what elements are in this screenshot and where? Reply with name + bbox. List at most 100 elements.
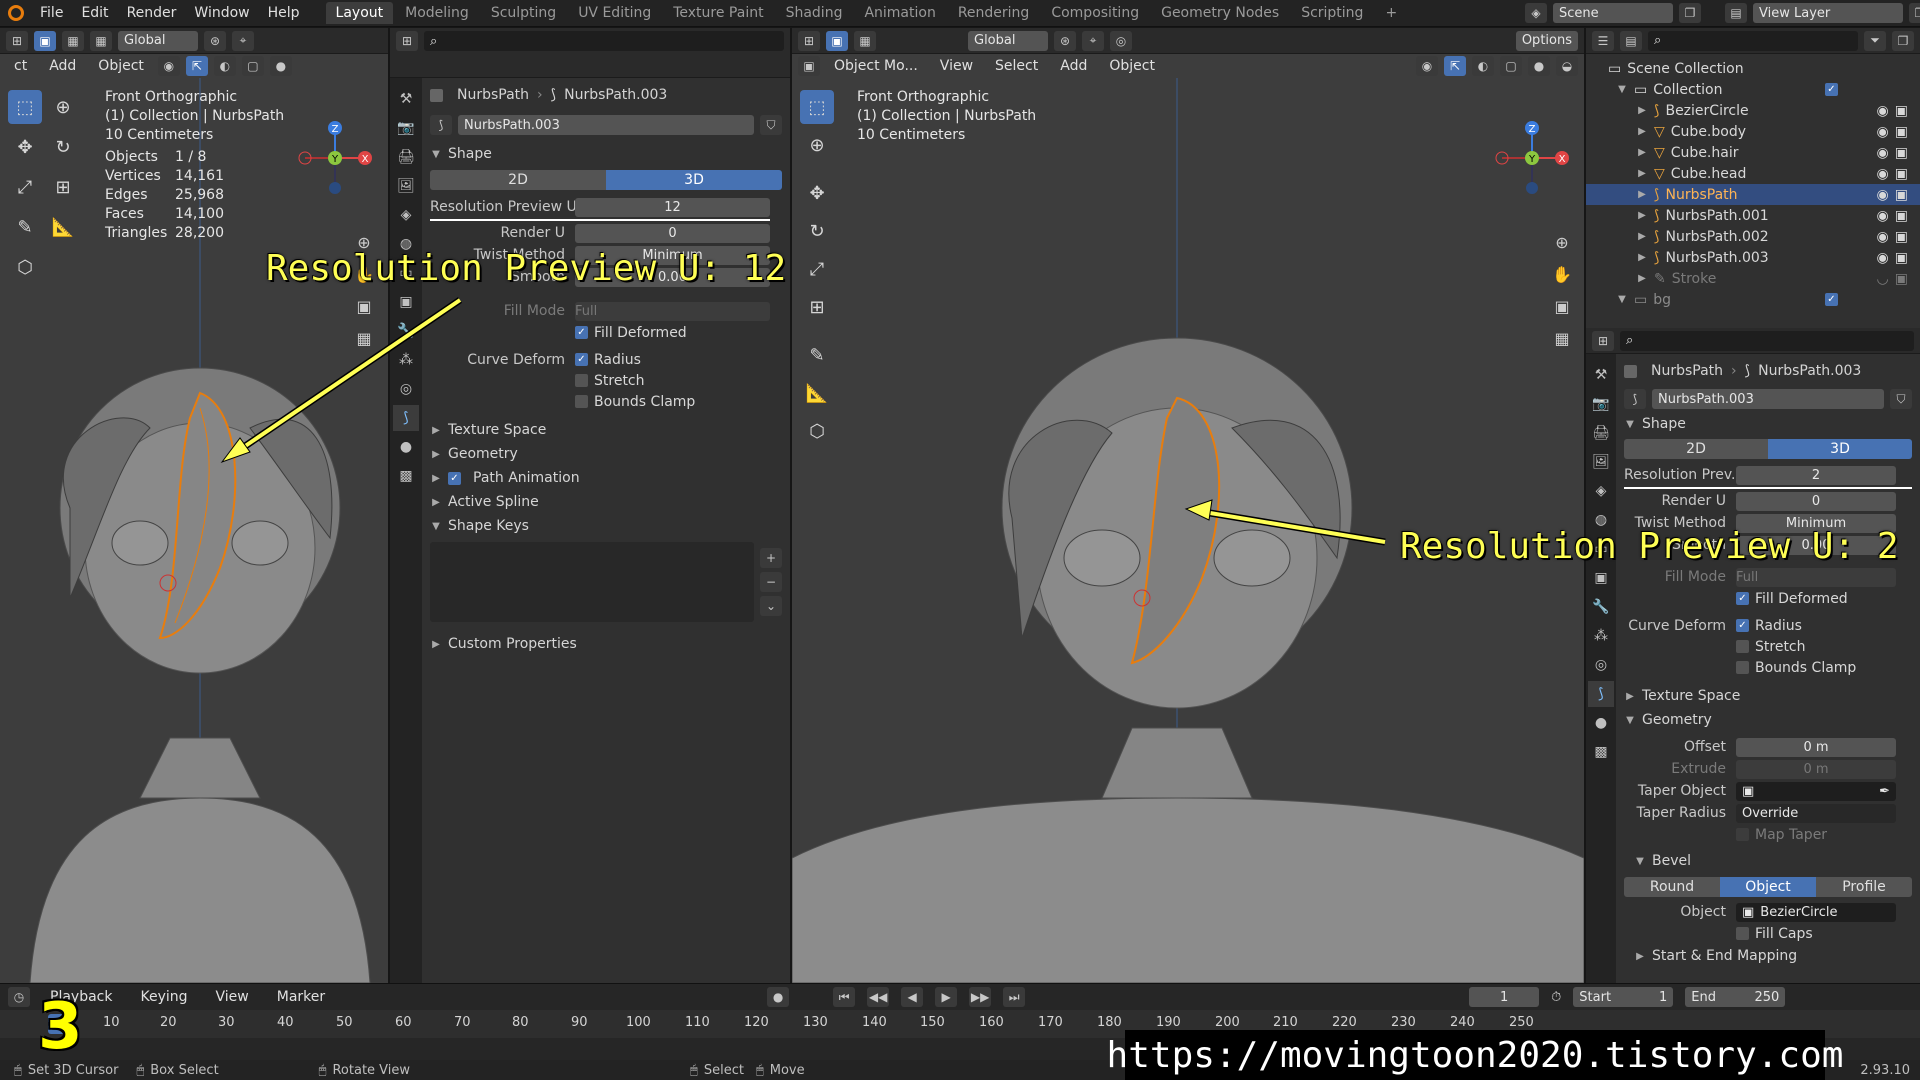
- menu-file[interactable]: File: [32, 5, 71, 21]
- ortho-grid-icon[interactable]: ▦: [1548, 324, 1576, 352]
- datablock-browse-icon[interactable]: ⟆: [1624, 389, 1646, 409]
- menu-view[interactable]: View: [932, 58, 981, 74]
- active-spline-panel[interactable]: ▶ Active Spline: [430, 490, 782, 514]
- curve-data-tab-icon[interactable]: ⟆: [1588, 681, 1614, 707]
- select-extend-icon[interactable]: ▦: [90, 30, 112, 51]
- tab-modeling[interactable]: Modeling: [395, 2, 479, 24]
- rotate-tool-icon[interactable]: ↻: [46, 130, 80, 164]
- select-box-tool-icon[interactable]: ⬚: [800, 90, 834, 124]
- texture-space-panel[interactable]: ▶ Texture Space: [1624, 684, 1912, 708]
- shape-panel-header[interactable]: ▼ Shape: [430, 142, 782, 166]
- eye-icon[interactable]: ◉: [1877, 145, 1889, 161]
- physics-tab-icon[interactable]: ◎: [393, 376, 419, 402]
- checkbox-icon[interactable]: [575, 374, 588, 387]
- menu-add[interactable]: Add: [41, 58, 84, 74]
- camera-icon[interactable]: ▣: [1895, 166, 1908, 182]
- properties-editor-icon[interactable]: ⊞: [396, 31, 418, 51]
- next-keyframe-icon[interactable]: ▶▶: [969, 987, 992, 1007]
- pivot-icon[interactable]: ⊛: [1054, 30, 1076, 51]
- bevel-round-button[interactable]: Round: [1624, 877, 1720, 897]
- visibility-icon[interactable]: ◉: [1416, 56, 1438, 76]
- shading-material-icon[interactable]: ◒: [1556, 56, 1578, 76]
- outliner-item[interactable]: ▶ ✎ Stroke ◡ ▣: [1586, 268, 1920, 289]
- material-tab-icon[interactable]: ●: [393, 434, 419, 460]
- tab-scripting[interactable]: Scripting: [1291, 2, 1373, 24]
- editor-type-icon[interactable]: ⊞: [6, 30, 28, 51]
- dim-2d-button[interactable]: 2D: [1624, 439, 1768, 459]
- chevron-down-icon[interactable]: ⌄: [760, 596, 782, 616]
- jump-end-icon[interactable]: ⏭: [1003, 987, 1026, 1007]
- camera-icon[interactable]: ▣: [1895, 145, 1908, 161]
- map-taper-row[interactable]: Map Taper: [1624, 824, 1912, 845]
- eye-icon[interactable]: ◉: [1877, 229, 1889, 245]
- pivot-icon[interactable]: ⊛: [204, 30, 226, 51]
- texture-space-panel[interactable]: ▶ Texture Space: [430, 418, 782, 442]
- shape-keys-list[interactable]: [430, 542, 754, 622]
- tool-tab-icon[interactable]: ⚒: [393, 86, 419, 112]
- outliner-item[interactable]: ▶ ▽ Cube.hair ◉ ▣: [1586, 142, 1920, 163]
- editor-type-icon[interactable]: ☰: [1592, 30, 1614, 51]
- scene-tab-icon[interactable]: ◈: [1588, 478, 1614, 504]
- render-u-field[interactable]: 0: [1736, 491, 1896, 511]
- view-layer-tab-icon[interactable]: 🖼: [1588, 449, 1614, 475]
- fill-caps-row[interactable]: Fill Caps: [1624, 923, 1912, 944]
- scale-tool-icon[interactable]: ⤢: [8, 170, 42, 204]
- scene-field[interactable]: Scene: [1553, 3, 1673, 23]
- taper-radius-dropdown[interactable]: Override: [1736, 803, 1896, 823]
- camera-icon[interactable]: ▣: [1895, 229, 1908, 245]
- snap-icon[interactable]: ⌖: [232, 30, 254, 51]
- resolution-preview-field[interactable]: 12: [575, 197, 770, 217]
- navigation-gizmo[interactable]: Z X Y: [1492, 118, 1572, 198]
- tab-layout[interactable]: Layout: [325, 2, 394, 24]
- shading-solid-icon[interactable]: ●: [1528, 56, 1550, 76]
- eye-closed-icon[interactable]: ◡: [1877, 271, 1889, 287]
- geometry-panel[interactable]: ▶ Geometry: [430, 442, 782, 466]
- menu-keying[interactable]: Keying: [132, 989, 195, 1005]
- menu-select-partial[interactable]: ct: [6, 58, 35, 74]
- menu-object[interactable]: Object: [1101, 58, 1163, 74]
- xray-icon[interactable]: ▢: [1500, 56, 1522, 76]
- menu-select[interactable]: Select: [987, 58, 1046, 74]
- outliner-item[interactable]: ▶ ⟆ NurbsPath.003 ◉ ▣: [1586, 247, 1920, 268]
- resolution-preview-field[interactable]: 2: [1736, 465, 1896, 485]
- tab-compositing[interactable]: Compositing: [1041, 2, 1149, 24]
- output-tab-icon[interactable]: 🖨: [393, 144, 419, 170]
- select-box-tool-icon[interactable]: ⬚: [8, 90, 42, 124]
- camera-icon[interactable]: ▣: [1895, 271, 1908, 287]
- particles-tab-icon[interactable]: ⁂: [393, 347, 419, 373]
- rotate-tool-icon[interactable]: ↻: [800, 214, 834, 248]
- fill-mode-field[interactable]: Full: [575, 301, 770, 321]
- properties-editor-icon[interactable]: ⊞: [1592, 330, 1614, 351]
- menu-edit[interactable]: Edit: [73, 5, 116, 21]
- offset-field[interactable]: 0 m: [1736, 737, 1896, 757]
- dim-3d-button[interactable]: 3D: [606, 170, 782, 190]
- tab-texture-paint[interactable]: Texture Paint: [663, 2, 773, 24]
- checkbox-checked-icon[interactable]: ✓: [1736, 619, 1749, 632]
- eye-icon[interactable]: ◉: [1877, 166, 1889, 182]
- tab-animation[interactable]: Animation: [854, 2, 945, 24]
- jump-start-icon[interactable]: ⏮: [833, 987, 856, 1007]
- datablock-name-field[interactable]: NurbsPath.003: [1652, 389, 1884, 409]
- geometry-panel[interactable]: ▼ Geometry: [1624, 708, 1912, 732]
- add-workspace-button[interactable]: +: [1375, 2, 1407, 24]
- datablock-name-field[interactable]: NurbsPath.003: [458, 115, 754, 135]
- tab-rendering[interactable]: Rendering: [948, 2, 1040, 24]
- menu-marker[interactable]: Marker: [269, 989, 333, 1005]
- view-layer-field[interactable]: View Layer: [1753, 3, 1903, 23]
- gizmo-icon[interactable]: ⇱: [1444, 56, 1466, 76]
- checkbox-icon[interactable]: [1736, 927, 1749, 940]
- render-tab-icon[interactable]: 📷: [393, 115, 419, 141]
- menu-add[interactable]: Add: [1052, 58, 1095, 74]
- proportional-edit-icon[interactable]: ◎: [1110, 30, 1132, 51]
- outliner-item-selected[interactable]: ▶ ⟆ NurbsPath ◉ ▣: [1586, 184, 1920, 205]
- camera-icon[interactable]: ▣: [1548, 292, 1576, 320]
- overlay-icon[interactable]: ◐: [1472, 56, 1494, 76]
- fill-mode-field[interactable]: Full: [1736, 567, 1896, 587]
- transform-orientation[interactable]: Global: [968, 30, 1048, 51]
- xray-icon[interactable]: ▢: [241, 56, 264, 76]
- eye-icon[interactable]: ◉: [1877, 103, 1889, 119]
- transform-orientation[interactable]: Global: [118, 30, 198, 51]
- camera-icon[interactable]: ▣: [1895, 250, 1908, 266]
- dim-3d-button[interactable]: 3D: [1768, 439, 1912, 459]
- annotate-tool-icon[interactable]: ✎: [8, 210, 42, 244]
